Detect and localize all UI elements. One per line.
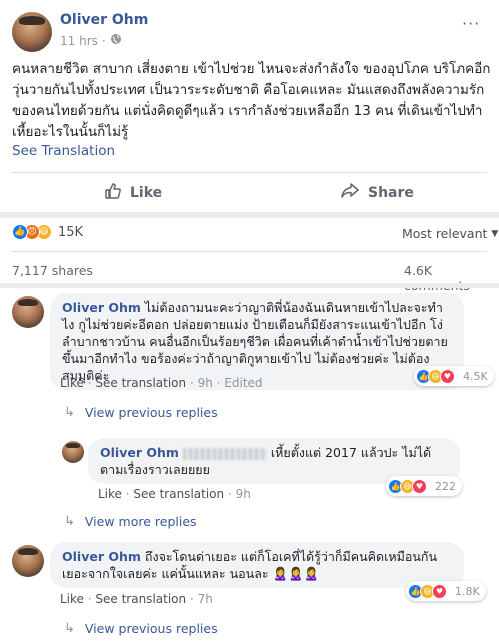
reply-translate-link[interactable]: See translation: [133, 487, 224, 501]
comment-time[interactable]: 9h: [198, 376, 213, 390]
view-replies-label: View previous replies: [84, 405, 218, 420]
comment-translate-link[interactable]: See translation: [95, 592, 186, 606]
view-replies-label: View previous replies: [84, 621, 218, 636]
like-button[interactable]: Like: [104, 182, 162, 204]
share-arrow-icon: [340, 182, 360, 204]
comment-like-link[interactable]: Like: [60, 592, 84, 606]
divider: [12, 172, 487, 173]
share-label: Share: [368, 185, 414, 201]
reply-time[interactable]: 9h: [236, 487, 251, 501]
post-body: คนหลายชีวิต สาบาก เสี่ยงตาย เข้าไปช่วย ไ…: [12, 59, 492, 143]
love-reaction-icon: ♥: [440, 368, 455, 384]
caret-down-icon: ▼: [491, 228, 499, 239]
divider: [0, 212, 499, 218]
sort-dropdown[interactable]: Most relevant ▼: [402, 226, 498, 241]
comment-edited[interactable]: Edited: [224, 376, 262, 390]
comment-reaction-count: 1.8K: [455, 584, 480, 598]
divider: [12, 251, 487, 252]
love-reaction-icon: ♥: [432, 583, 447, 599]
globe-icon: [110, 33, 122, 48]
sort-label: Most relevant: [402, 226, 488, 241]
reply-arrow-icon: ↳: [64, 405, 75, 420]
comment-reactions[interactable]: 👍 😆 ♥ 1.8K: [406, 581, 486, 601]
blurred-tag: [182, 447, 267, 460]
reply-actions: Like · See translation · 9h: [98, 487, 251, 501]
reply-arrow-icon: ↳: [64, 514, 75, 529]
comment-author[interactable]: Oliver Ohm: [62, 300, 141, 315]
commenter-avatar[interactable]: [12, 296, 44, 328]
comment-reaction-count: 4.5K: [463, 369, 488, 383]
post-timestamp[interactable]: 11 hrs ·: [60, 33, 122, 48]
post-time: 11 hrs: [60, 33, 98, 48]
reply-reaction-count: 222: [435, 479, 456, 493]
comment-translate-link[interactable]: See translation: [95, 376, 186, 390]
reaction-count: 15K: [58, 224, 84, 240]
like-label: Like: [130, 185, 163, 201]
love-reaction-icon: ♥: [412, 478, 427, 494]
post-line: คนหลายชีวิต สาบาก เสี่ยงตาย เข้าไปช่วย ไ…: [12, 61, 491, 77]
like-reaction-icon: 👍: [12, 224, 28, 240]
reply-author[interactable]: Oliver Ohm: [100, 445, 179, 460]
comment-author[interactable]: Oliver Ohm: [62, 549, 141, 564]
post-author-avatar[interactable]: [12, 12, 52, 52]
reply-reactions[interactable]: 👍 😆 ♥ 222: [386, 476, 462, 496]
replier-avatar[interactable]: [62, 441, 84, 463]
reply-like-link[interactable]: Like: [98, 487, 122, 501]
comment-time[interactable]: 7h: [198, 592, 213, 606]
view-previous-replies[interactable]: ↳ View previous replies: [64, 621, 218, 636]
reply-arrow-icon: ↳: [64, 621, 75, 636]
commenter-avatar[interactable]: [12, 545, 44, 577]
view-previous-replies[interactable]: ↳ View previous replies: [64, 405, 218, 420]
comment-count[interactable]: 4.6K comments: [404, 263, 499, 293]
comment-like-link[interactable]: Like: [60, 376, 84, 390]
comment-bubble: Oliver Ohm ถึงจะโดนด่าเยอะ แต่ก็โอเคที่ได…: [50, 542, 464, 588]
divider: [0, 283, 499, 288]
share-button[interactable]: Share: [340, 182, 414, 204]
share-count[interactable]: 7,117 shares: [12, 263, 93, 278]
post-options-icon[interactable]: ···: [462, 14, 480, 33]
view-more-label: View more replies: [84, 514, 197, 529]
post-line: เหี้ยอะไรในนั้นก็ไม่รู้: [12, 124, 129, 140]
thumbs-up-icon: [104, 182, 122, 204]
post-line: วุ่นวายกันไปทั้งประเทศ เป็นวาระระดับชาติ…: [12, 82, 485, 98]
view-more-replies[interactable]: ↳ View more replies: [64, 514, 197, 529]
comment-actions: Like · See translation · 9h · Edited: [60, 376, 263, 390]
post-line: ของคนไทยด้วยกัน แต่นั่งคิดดูดีๆแล้ว เราก…: [12, 103, 483, 119]
see-translation-link[interactable]: See Translation: [12, 143, 115, 159]
reaction-summary[interactable]: 👍 😠 😆 15K: [12, 224, 83, 240]
comment-reactions[interactable]: 👍 😆 ♥ 4.5K: [414, 366, 494, 386]
post-author-name[interactable]: Oliver Ohm: [60, 12, 148, 28]
comment-actions: Like · See translation · 7h: [60, 592, 213, 606]
